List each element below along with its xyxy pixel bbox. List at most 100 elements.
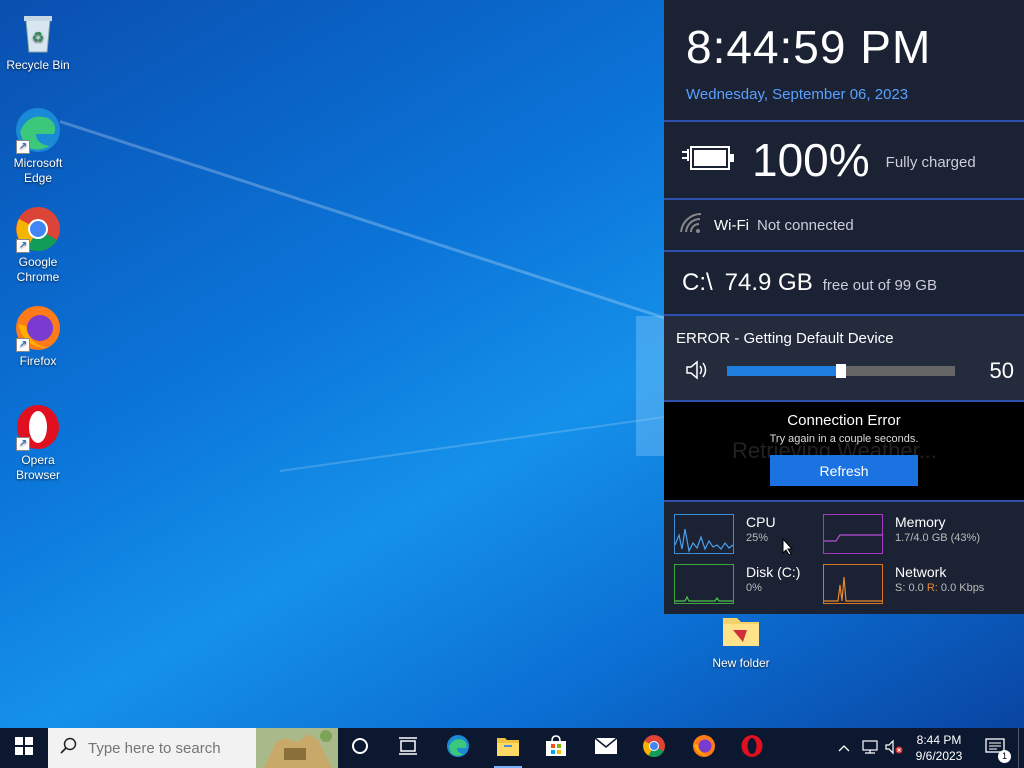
wifi-status: Not connected — [756, 216, 854, 234]
recycle-bin-icon: ♻ — [14, 8, 62, 56]
search-icon — [60, 737, 78, 760]
system-widget-panel: 8:44:59 PM Wednesday, September 06, 2023… — [664, 0, 1024, 614]
disk-graph — [674, 564, 734, 604]
search-input[interactable] — [88, 739, 248, 757]
speaker-muted-icon — [884, 739, 904, 758]
memory-monitor[interactable]: Memory 1.7/4.0 GB (43%) — [823, 514, 1023, 558]
desktop-icon-new-folder[interactable]: New folder — [703, 606, 779, 671]
desktop-icon-edge[interactable]: ↗ Microsoft Edge — [0, 106, 76, 186]
cpu-graph — [674, 514, 734, 554]
memory-graph — [823, 514, 883, 554]
volume-slider[interactable] — [727, 364, 955, 378]
desktop-icon-chrome[interactable]: ↗ Google Chrome — [0, 205, 76, 285]
network-send-label: S: — [895, 582, 906, 594]
cortana-button[interactable] — [336, 728, 384, 768]
volume-slider-fill — [727, 366, 841, 376]
disk-detail: free out of 99 GB — [822, 276, 937, 294]
network-tray-button[interactable] — [860, 728, 882, 768]
mouse-cursor-icon — [782, 537, 794, 561]
taskbar-file-explorer[interactable] — [484, 728, 532, 768]
wallpaper-logo — [636, 316, 664, 456]
taskbar-date: 9/6/2023 — [915, 749, 963, 763]
notification-badge: 1 — [998, 749, 1011, 763]
battery-status: Fully charged — [885, 153, 976, 171]
action-center-button[interactable]: 1 — [978, 728, 1012, 768]
taskbar-opera[interactable] — [728, 728, 776, 768]
notification-icon: 1 — [985, 737, 1011, 763]
firefox-icon — [692, 734, 716, 763]
shortcut-arrow-icon: ↗ — [16, 239, 30, 253]
battery-percent: 100% — [752, 134, 870, 186]
network-monitor[interactable]: Network S: 0.0 R: 0.0 Kbps — [823, 564, 1023, 608]
desktop-icon-label: Recycle Bin — [6, 58, 70, 72]
volume-row: 50 — [684, 358, 1014, 384]
shortcut-arrow-icon: ↗ — [16, 437, 30, 451]
chrome-icon: ↗ — [14, 205, 62, 253]
battery-icon — [680, 143, 736, 178]
network-tray-icon — [860, 739, 880, 758]
desktop-icon-label: Firefox — [19, 354, 57, 368]
weather-error-title: Connection Error — [787, 412, 901, 429]
clock-time: 8:44:59 PM — [686, 21, 932, 73]
volume-tray-button[interactable] — [884, 728, 906, 768]
battery-section: 100% Fully charged — [664, 122, 1024, 200]
disk-monitor-label: Disk (C:) — [746, 564, 801, 580]
disk-drive-letter: C:\ — [682, 269, 713, 296]
memory-value: 1.7/4.0 GB (43%) — [895, 532, 980, 544]
clock-section: 8:44:59 PM Wednesday, September 06, 2023 — [664, 0, 1024, 122]
network-label: Network — [895, 564, 947, 580]
taskbar-clock[interactable]: 8:44 PM 9/6/2023 — [908, 728, 970, 768]
wallpaper-beam — [59, 120, 727, 340]
memory-label: Memory — [895, 514, 946, 530]
desktop-icon-label: Opera Browser — [15, 453, 60, 482]
taskbar-chrome[interactable] — [630, 728, 678, 768]
desktop-icon-firefox[interactable]: ↗ Firefox — [0, 304, 76, 369]
show-desktop-button[interactable] — [1018, 728, 1024, 768]
volume-value: 50 — [989, 358, 1014, 383]
desktop-icon-recycle-bin[interactable]: ♻ Recycle Bin — [0, 8, 76, 73]
svg-text:♻: ♻ — [32, 29, 45, 45]
taskbar-firefox[interactable] — [680, 728, 728, 768]
weather-error-subtitle: Try again in a couple seconds. — [769, 433, 919, 445]
refresh-button[interactable]: Refresh — [770, 455, 918, 486]
taskbar-edge[interactable] — [434, 728, 482, 768]
wifi-label: Wi-Fi — [714, 216, 749, 234]
volume-error-title: ERROR - Getting Default Device — [676, 330, 894, 347]
start-button[interactable] — [0, 728, 48, 768]
speaker-icon[interactable] — [684, 358, 710, 387]
taskbar: 8:44 PM 9/6/2023 1 — [0, 728, 1024, 768]
show-hidden-icons-button[interactable] — [838, 728, 856, 768]
desktop-icon-opera[interactable]: ↗ Opera Browser — [0, 403, 76, 483]
search-highlight-image — [256, 728, 338, 768]
volume-slider-thumb[interactable] — [836, 364, 846, 378]
taskbar-store[interactable] — [532, 728, 580, 768]
wifi-icon — [678, 212, 704, 239]
wifi-section[interactable]: Wi-Fi Not connected — [664, 200, 1024, 252]
opera-icon — [740, 734, 764, 763]
cpu-value: 25% — [746, 532, 769, 544]
disk-section: C:\ 74.9 GB free out of 99 GB — [664, 252, 1024, 316]
network-value: S: 0.0 R: 0.0 Kbps — [895, 582, 984, 594]
network-recv-label: R: — [926, 582, 938, 594]
volume-section: ERROR - Getting Default Device 50 — [664, 316, 1024, 402]
desktop-icon-label: Microsoft Edge — [13, 156, 63, 185]
chevron-up-icon — [838, 741, 850, 755]
edge-icon: ↗ — [14, 106, 62, 154]
network-send-value: 0.0 — [908, 582, 924, 594]
taskbar-mail[interactable] — [582, 728, 630, 768]
disk-monitor-value: 0% — [746, 582, 762, 594]
shortcut-arrow-icon: ↗ — [16, 140, 30, 154]
shortcut-arrow-icon: ↗ — [16, 338, 30, 352]
task-view-icon — [398, 736, 418, 760]
disk-monitor[interactable]: Disk (C:) 0% — [674, 564, 814, 608]
taskbar-search-box[interactable] — [48, 728, 338, 768]
edge-icon — [446, 734, 470, 763]
network-graph — [823, 564, 883, 604]
clock-date: Wednesday, September 06, 2023 — [686, 86, 909, 103]
firefox-icon: ↗ — [14, 304, 62, 352]
task-view-button[interactable] — [384, 728, 432, 768]
mail-icon — [594, 736, 618, 760]
opera-icon: ↗ — [14, 403, 62, 451]
cpu-label: CPU — [746, 514, 776, 530]
file-explorer-icon — [496, 735, 520, 762]
